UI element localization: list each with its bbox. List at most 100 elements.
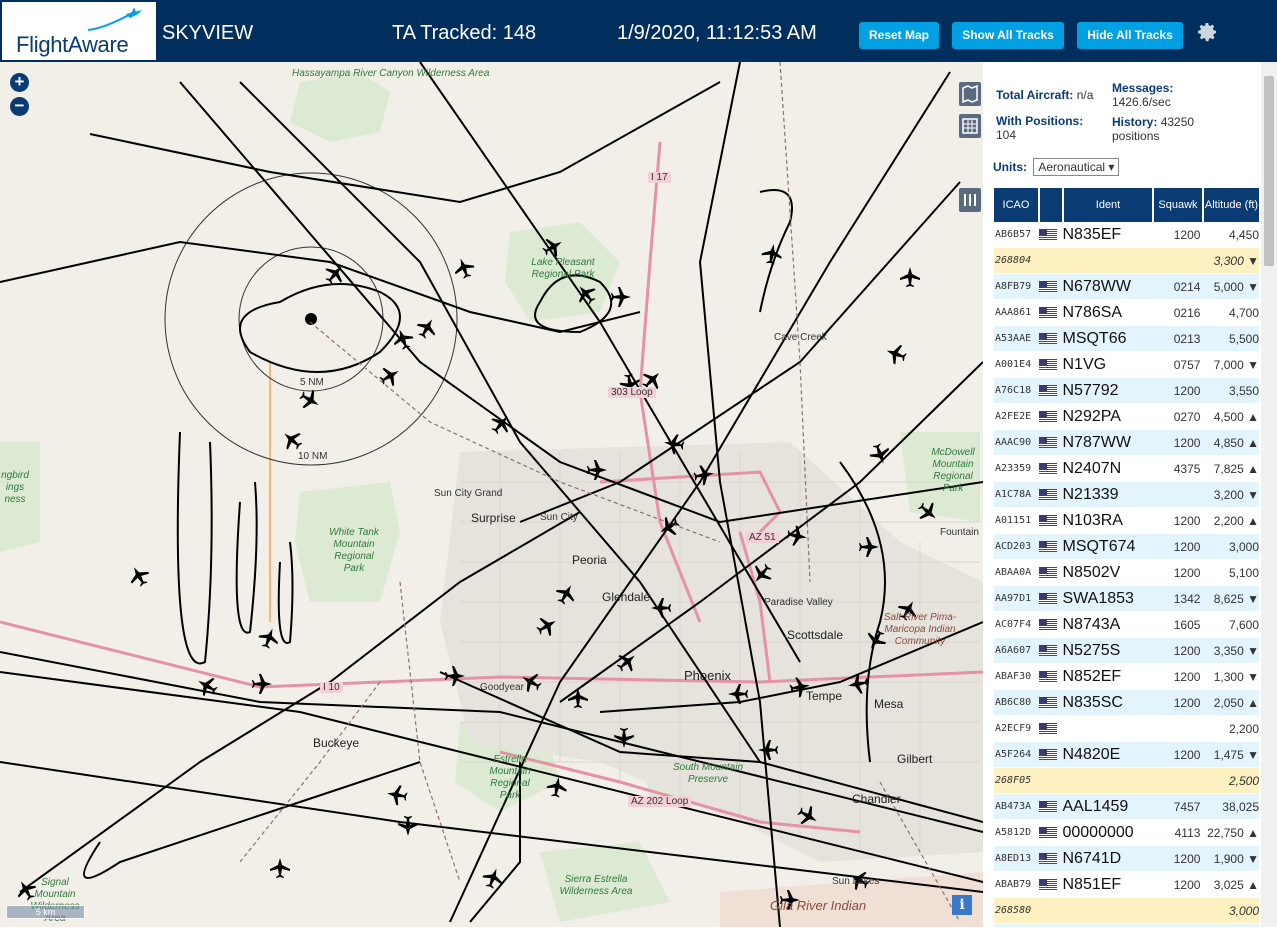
- table-row[interactable]: A76C18 N57792 1200 3,550: [994, 378, 1259, 404]
- us-flag-icon: [1038, 385, 1057, 396]
- table-row[interactable]: AC07F4 N8743A 1605 7,600: [994, 612, 1259, 638]
- park-label: Salt River Pima-Maricopa Indian Communit…: [883, 612, 957, 647]
- aircraft-icon[interactable]: [913, 497, 943, 527]
- aircraft-icon[interactable]: [785, 524, 809, 548]
- aircraft-icon[interactable]: [552, 580, 580, 608]
- table-row[interactable]: A8FB79 N678WW 0214 5,000 ▼: [994, 274, 1259, 300]
- aircraft-icon[interactable]: [270, 858, 290, 878]
- aircraft-icon[interactable]: [867, 441, 893, 467]
- table-row[interactable]: AAA861 N786SA 0216 4,700: [994, 300, 1259, 326]
- aircraft-icon[interactable]: [612, 647, 642, 677]
- aircraft-icon[interactable]: [655, 513, 683, 541]
- table-row[interactable]: ACD203 MSQT674 1200 3,000: [994, 534, 1259, 560]
- icao-cell: AB6B57: [995, 229, 1032, 240]
- flightaware-logo[interactable]: FlightAware: [2, 2, 156, 60]
- aircraft-icon[interactable]: [859, 537, 879, 557]
- table-row[interactable]: A23359 N2407N 4375 7,825 ▲: [994, 456, 1259, 482]
- show-all-tracks-button[interactable]: Show All Tracks: [952, 22, 1064, 49]
- aircraft-icon[interactable]: [571, 279, 601, 309]
- aircraft-icon[interactable]: [533, 612, 561, 640]
- table-row[interactable]: A5812D 00000000 4113 22,750 ▲: [994, 820, 1259, 846]
- scrollbar[interactable]: [1261, 62, 1277, 927]
- table-row[interactable]: A01151 N103RA 1200 2,200 ▲: [994, 508, 1259, 534]
- aircraft-icon[interactable]: [486, 409, 516, 439]
- plane-logo-icon: [87, 8, 142, 31]
- aircraft-icon[interactable]: [651, 598, 671, 618]
- table-row[interactable]: AB6C80 N835SC 1200 2,050 ▲: [994, 690, 1259, 716]
- aircraft-icon[interactable]: [413, 314, 441, 342]
- aircraft-icon[interactable]: [376, 362, 404, 390]
- aircraft-icon[interactable]: [568, 688, 588, 708]
- table-row[interactable]: ABAA0A N8502V 1200 5,100: [994, 560, 1259, 586]
- zoom-out-button[interactable]: −: [10, 97, 29, 116]
- table-row[interactable]: ABAF30 N852EF 1200 1,300 ▼: [994, 664, 1259, 690]
- column-header-squawk[interactable]: Squawk: [1154, 188, 1204, 222]
- aircraft-icon[interactable]: [385, 783, 409, 807]
- ident-cell: MSQT66: [1062, 329, 1127, 347]
- hide-all-tracks-button[interactable]: Hide All Tracks: [1077, 22, 1183, 49]
- park-label: White Tank Mountain Regional Park: [329, 527, 379, 574]
- aircraft-icon[interactable]: [900, 267, 920, 287]
- aircraft-icon[interactable]: [662, 432, 686, 456]
- table-row[interactable]: 268804 3,300 ▼: [994, 248, 1259, 274]
- us-flag-icon: [1038, 437, 1057, 448]
- units-select[interactable]: Aeronautical ▾: [1033, 158, 1120, 176]
- table-row[interactable]: A2FE2E N292PA 0270 4,500 ▲: [994, 404, 1259, 430]
- aircraft-icon[interactable]: [758, 740, 778, 760]
- aircraft-icon[interactable]: [296, 386, 324, 414]
- gear-icon[interactable]: [1195, 20, 1219, 44]
- aircraft-icon[interactable]: [480, 865, 506, 891]
- aircraft-icon[interactable]: [747, 559, 777, 589]
- table-row[interactable]: A11435N169ME12003,800 ▲: [994, 924, 1259, 927]
- table-row[interactable]: A8ED13 N6741D 1200 1,900 ▼: [994, 846, 1259, 872]
- table-row[interactable]: A6A607 N5275S 1200 3,350 ▼: [994, 638, 1259, 664]
- aircraft-icon[interactable]: [445, 666, 465, 686]
- table-row[interactable]: A5F264 N4820E 1200 1,475 ▼: [994, 742, 1259, 768]
- table-row[interactable]: AA97D1 SWA1853 1342 8,625 ▼: [994, 586, 1259, 612]
- aircraft-icon[interactable]: [614, 728, 634, 748]
- aircraft-icon[interactable]: [883, 341, 909, 367]
- aircraft-icon[interactable]: [193, 672, 221, 700]
- table-row[interactable]: 268580 3,000: [994, 898, 1259, 924]
- aircraft-icon[interactable]: [390, 326, 416, 352]
- aircraft-icon[interactable]: [320, 259, 350, 289]
- map-canvas[interactable]: Hassayampa River Canyon Wilderness Area …: [0, 62, 983, 927]
- aircraft-icon[interactable]: [277, 425, 307, 455]
- aircraft-icon[interactable]: [846, 672, 870, 696]
- aircraft-icon[interactable]: [728, 684, 748, 704]
- scrollbar-thumb[interactable]: [1264, 76, 1274, 266]
- table-row[interactable]: AB473A AAL1459 7457 38,025: [994, 794, 1259, 820]
- column-header-altitude[interactable]: Altitude (ft): [1204, 188, 1259, 222]
- aircraft-icon[interactable]: [398, 816, 418, 836]
- table-row[interactable]: AB6B57 N835EF 1200 4,450: [994, 222, 1259, 248]
- table-row[interactable]: 268F05 2,500: [994, 768, 1259, 794]
- info-button[interactable]: i: [952, 895, 972, 915]
- column-header-flag[interactable]: [1040, 188, 1064, 222]
- table-row[interactable]: AAAC90 N787WW 1200 4,850 ▲: [994, 430, 1259, 456]
- columns-icon[interactable]: [959, 188, 981, 212]
- table-row[interactable]: A001E4 N1VG 0757 7,000 ▼: [994, 352, 1259, 378]
- table-row[interactable]: A53AAE MSQT66 0213 5,500: [994, 326, 1259, 352]
- aircraft-icon[interactable]: [545, 775, 569, 799]
- aircraft-icon[interactable]: [125, 562, 153, 590]
- grid-icon[interactable]: [959, 114, 981, 138]
- map-layers-icon[interactable]: [959, 82, 981, 106]
- flag-cell: [1038, 229, 1063, 240]
- aircraft-icon[interactable]: [256, 625, 282, 651]
- table-row[interactable]: A2ECF9 2,200: [994, 716, 1259, 742]
- aircraft-icon[interactable]: [587, 460, 607, 480]
- zoom-in-button[interactable]: +: [10, 73, 29, 92]
- us-flag-icon: [1038, 463, 1057, 474]
- column-header-icao[interactable]: ICAO: [994, 188, 1040, 222]
- aircraft-icon[interactable]: [760, 242, 784, 266]
- column-header-ident[interactable]: Ident: [1064, 188, 1154, 222]
- aircraft-icon[interactable]: [794, 802, 822, 830]
- table-row[interactable]: A1C78A N21339 3,200 ▼: [994, 482, 1259, 508]
- aircraft-icon[interactable]: [451, 255, 477, 281]
- aircraft-icon[interactable]: [692, 463, 716, 487]
- aircraft-icon[interactable]: [252, 674, 272, 694]
- reset-map-button[interactable]: Reset Map: [859, 22, 939, 49]
- us-flag-icon: [1038, 515, 1057, 526]
- aircraft-icon[interactable]: [611, 287, 631, 307]
- table-row[interactable]: ABAB79 N851EF 1200 3,025 ▲: [994, 872, 1259, 898]
